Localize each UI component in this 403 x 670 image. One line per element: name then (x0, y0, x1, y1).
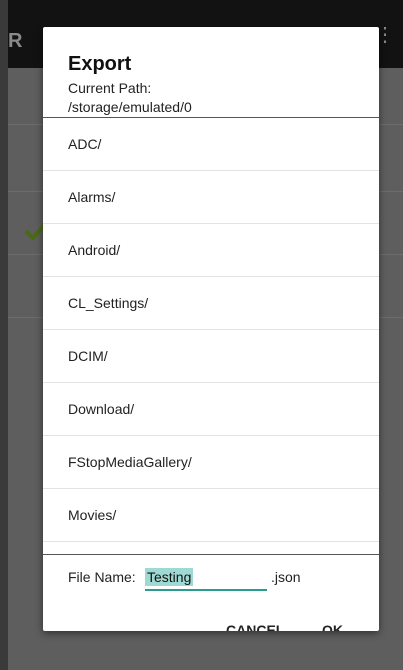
file-name-value: Testing (145, 568, 194, 586)
cancel-button[interactable]: CANCEL (226, 622, 284, 631)
app-title: R (8, 30, 23, 52)
folder-item-dcim[interactable]: DCIM/ (43, 330, 379, 383)
current-path-label: Current Path: (68, 80, 152, 96)
export-dialog: Export Current Path: /storage/emulated/0… (43, 27, 379, 631)
folder-item-cl-settings[interactable]: CL_Settings/ (43, 277, 379, 330)
ok-button[interactable]: OK (322, 622, 343, 631)
folder-list[interactable]: ADC/ Alarms/ Android/ CL_Settings/ DCIM/… (43, 118, 379, 544)
file-name-input[interactable]: Testing (145, 567, 267, 591)
folder-item-android[interactable]: Android/ (43, 224, 379, 277)
current-path-value: /storage/emulated/0 (68, 99, 192, 115)
dialog-title: Export (68, 53, 132, 75)
divider (43, 554, 379, 555)
screen-edge (0, 0, 8, 670)
file-extension: .json (271, 569, 301, 585)
folder-item-alarms[interactable]: Alarms/ (43, 171, 379, 224)
folder-item-fstopmediagallery[interactable]: FStopMediaGallery/ (43, 436, 379, 489)
file-name-label: File Name: (68, 569, 136, 585)
folder-item-movies[interactable]: Movies/ (43, 489, 379, 542)
folder-item-download[interactable]: Download/ (43, 383, 379, 436)
folder-item-adc[interactable]: ADC/ (43, 118, 379, 171)
